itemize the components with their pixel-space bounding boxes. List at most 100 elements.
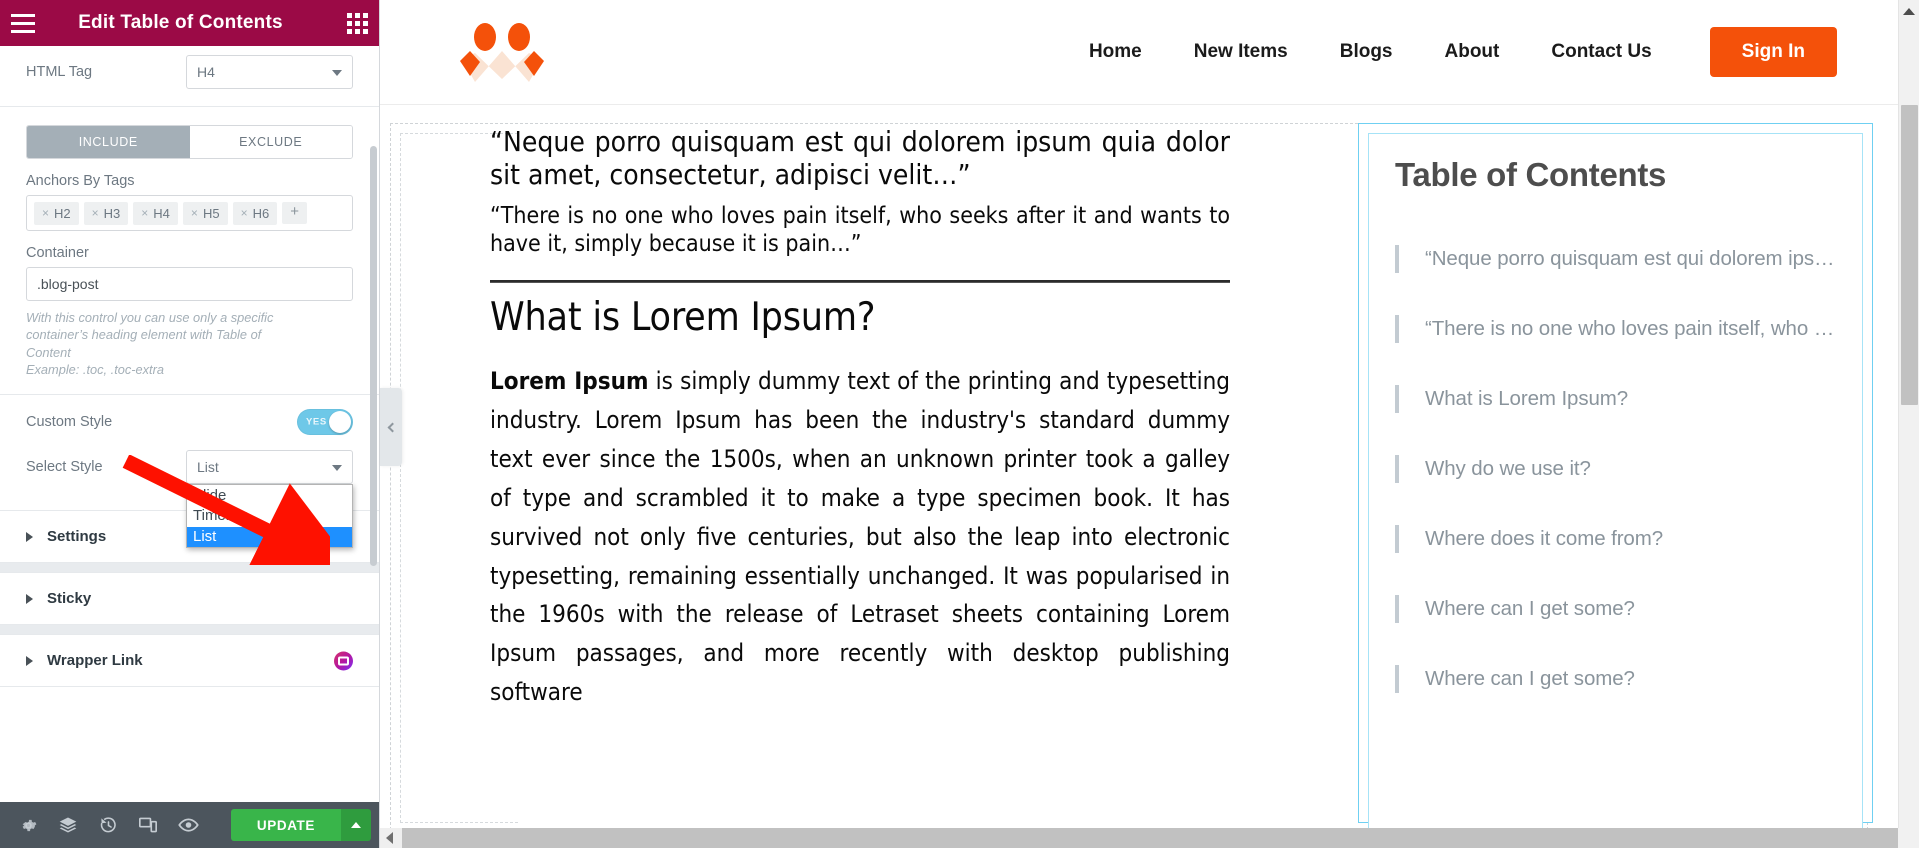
- toc-title: Table of Contents: [1395, 156, 1667, 193]
- chevron-down-icon: [332, 70, 342, 76]
- toc-bullet-bar: [1395, 525, 1399, 553]
- nav-contact-us[interactable]: Contact Us: [1525, 41, 1677, 63]
- toc-list-item[interactable]: “There is no one who loves pain itself, …: [1395, 294, 1836, 364]
- toc-bullet-bar: [1395, 245, 1399, 273]
- vertical-scrollbar[interactable]: [1898, 0, 1919, 828]
- site-nav: Home New Items Blogs About Contact Us Si…: [1063, 27, 1919, 77]
- nav-blogs[interactable]: Blogs: [1314, 41, 1419, 63]
- panel-scrollbar-thumb[interactable]: [370, 146, 377, 566]
- responsive-icon[interactable]: [128, 802, 168, 848]
- nav-about[interactable]: About: [1419, 41, 1526, 63]
- toc-bullet-bar: [1395, 595, 1399, 623]
- tag-label: H3: [103, 205, 121, 221]
- toc-bullet-bar: [1395, 455, 1399, 483]
- panel-content-scroll[interactable]: HTML Tag H4 INCLUDE EXCLUDE Anchors By T…: [0, 46, 379, 802]
- toc-list-item[interactable]: “Neque porro quisquam est qui dolorem ip…: [1395, 224, 1836, 294]
- update-options-button[interactable]: [341, 809, 371, 841]
- site-header: Home New Items Blogs About Contact Us Si…: [380, 0, 1919, 105]
- remove-icon[interactable]: ×: [191, 206, 198, 220]
- tab-exclude[interactable]: EXCLUDE: [189, 126, 352, 158]
- tag-h5[interactable]: × H5: [182, 201, 228, 225]
- html-tag-value: H4: [197, 64, 215, 80]
- select-style-dropdown[interactable]: Slide Timeline List: [186, 484, 353, 548]
- select-style-select[interactable]: List: [186, 450, 353, 485]
- widgets-grid-icon[interactable]: [335, 0, 379, 46]
- horizontal-scrollbar[interactable]: [380, 828, 1898, 848]
- toc-list-item[interactable]: Why do we use it?: [1395, 434, 1836, 504]
- nav-home[interactable]: Home: [1063, 41, 1168, 63]
- brand-logo-icon[interactable]: [456, 21, 548, 83]
- tag-h4[interactable]: × H4: [133, 201, 178, 225]
- article-paragraph-rest: is simply dummy text of the printing and…: [490, 367, 1230, 707]
- accordion-label: Wrapper Link: [47, 652, 143, 670]
- custom-style-toggle[interactable]: YES: [297, 409, 353, 436]
- toc-item-label: What is Lorem Ipsum?: [1425, 387, 1629, 410]
- tag-h6[interactable]: × H6: [232, 201, 278, 225]
- tag-label: H5: [202, 205, 220, 221]
- accordion-label: Settings: [47, 528, 107, 546]
- toc-bullet-bar: [1395, 315, 1399, 343]
- toc-widget-outline[interactable]: Table of Contents “Neque porro quisquam …: [1358, 123, 1873, 848]
- article-paragraph: Lorem Ipsum is simply dummy text of the …: [490, 362, 1230, 712]
- toc-item-label: “Neque porro quisquam est qui dolorem ip…: [1425, 247, 1835, 270]
- dropdown-option-list[interactable]: List: [187, 526, 352, 547]
- vertical-scrollbar-thumb[interactable]: [1901, 105, 1918, 405]
- remove-icon[interactable]: ×: [92, 206, 99, 220]
- container-help: With this control you can use only a spe…: [26, 309, 353, 378]
- toc-item-label: Where can I get some?: [1425, 667, 1635, 690]
- include-exclude-tabs: INCLUDE EXCLUDE: [26, 125, 353, 159]
- toc-item-label: “There is no one who loves pain itself, …: [1425, 317, 1836, 340]
- container-input[interactable]: [26, 267, 353, 301]
- elementor-left-panel: Edit Table of Contents HTML Tag H4 INCLU: [0, 0, 380, 848]
- chevron-down-icon: [332, 465, 342, 472]
- accordion-gap: [0, 625, 379, 635]
- panel-collapse-handle[interactable]: [380, 388, 402, 466]
- chevron-right-icon: [26, 593, 33, 604]
- dropdown-option-timeline[interactable]: Timeline: [187, 506, 352, 526]
- dropdown-option-slide[interactable]: Slide: [187, 486, 352, 506]
- toc-item-label: Why do we use it?: [1425, 457, 1591, 480]
- container-help-line3: Content: [26, 344, 71, 360]
- article-paragraph-lead: Lorem Ipsum: [490, 367, 649, 396]
- update-button[interactable]: UPDATE: [230, 809, 341, 841]
- accordion-gap: [0, 563, 379, 573]
- container-label: Container: [26, 245, 89, 261]
- add-tag-button[interactable]: +: [282, 201, 307, 225]
- custom-style-control: Custom Style YES: [0, 395, 379, 444]
- tag-h3[interactable]: × H3: [83, 201, 129, 225]
- toc-list-item[interactable]: Where does it come from?: [1395, 504, 1836, 574]
- article-quote-2: “There is no one who loves pain itself, …: [490, 203, 1230, 257]
- select-style-label: Select Style: [26, 459, 103, 476]
- html-tag-select[interactable]: H4: [186, 55, 353, 89]
- remove-icon[interactable]: ×: [141, 206, 148, 220]
- history-icon[interactable]: [88, 802, 128, 848]
- toc-list-item[interactable]: Where can I get some?: [1395, 574, 1836, 644]
- anchors-label: Anchors By Tags: [26, 173, 135, 189]
- accordion-sticky[interactable]: Sticky: [0, 572, 379, 626]
- scroll-left-arrow-icon[interactable]: [386, 832, 393, 844]
- preview-eye-icon[interactable]: [168, 802, 208, 848]
- chevron-left-icon: [387, 422, 398, 432]
- toc-item-label: Where does it come from?: [1425, 527, 1663, 550]
- sign-in-button[interactable]: Sign In: [1709, 27, 1837, 77]
- tag-h2[interactable]: × H2: [34, 201, 79, 225]
- toc-bullet-bar: [1395, 385, 1399, 413]
- container-help-line4: Example: .toc, .toc-extra: [26, 361, 164, 377]
- toc-list-item[interactable]: What is Lorem Ipsum?: [1395, 364, 1836, 434]
- article-divider: [490, 280, 1230, 284]
- toc-list-item[interactable]: Where can I get some?: [1395, 644, 1836, 714]
- remove-icon[interactable]: ×: [42, 206, 49, 220]
- anchors-tag-box[interactable]: × H2 × H3 × H4 × H5 × H6 +: [26, 195, 353, 231]
- gear-icon[interactable]: [8, 802, 48, 848]
- toggle-value: YES: [306, 416, 327, 428]
- tag-label: H2: [54, 205, 71, 221]
- select-style-value: List: [197, 459, 219, 476]
- html-tag-label: HTML Tag: [26, 64, 93, 80]
- accordion-wrapper-link[interactable]: Wrapper Link: [0, 634, 379, 688]
- scroll-up-arrow-icon[interactable]: [1903, 8, 1915, 15]
- nav-new-items[interactable]: New Items: [1168, 41, 1314, 63]
- layers-icon[interactable]: [48, 802, 88, 848]
- remove-icon[interactable]: ×: [241, 206, 248, 220]
- tab-include[interactable]: INCLUDE: [27, 126, 190, 158]
- tag-label: H6: [252, 205, 270, 221]
